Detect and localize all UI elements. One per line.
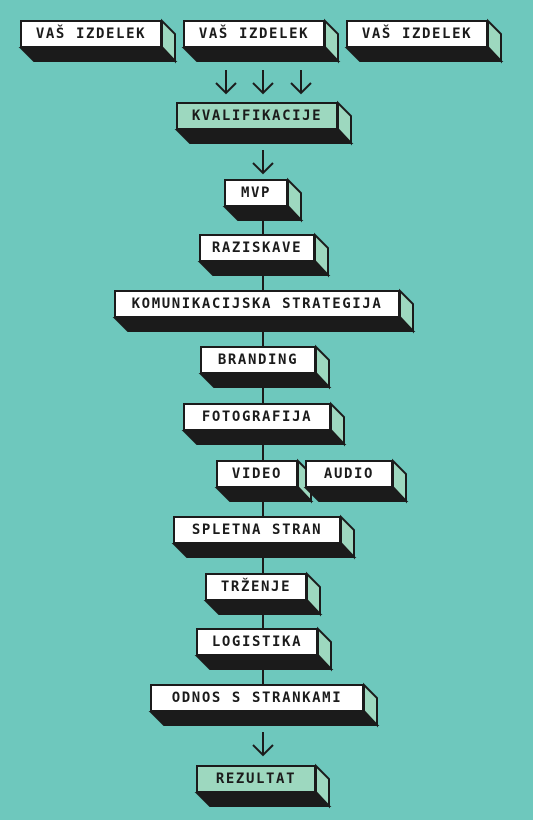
- box-bottom-face: [198, 373, 332, 388]
- step-label: KOMUNIKACIJSKA STRATEGIJA: [114, 290, 400, 318]
- step-label: RAZISKAVE: [199, 234, 315, 262]
- box-bottom-face: [171, 543, 357, 558]
- source-box-3: VAŠ IZDELEK: [344, 18, 504, 64]
- box-bottom-face: [181, 47, 341, 62]
- box-bottom-face: [148, 711, 380, 726]
- box-bottom-face: [174, 129, 354, 144]
- box-bottom-face: [18, 47, 178, 62]
- step-label: VIDEO: [216, 460, 298, 488]
- source-box-label: VAŠ IZDELEK: [346, 20, 488, 48]
- step-branding: BRANDING: [198, 344, 332, 390]
- source-box-2: VAŠ IZDELEK: [181, 18, 341, 64]
- box-bottom-face: [194, 792, 332, 807]
- result-label: REZULTAT: [196, 765, 316, 793]
- step-label: MVP: [224, 179, 288, 207]
- step-label: SPLETNA STRAN: [173, 516, 341, 544]
- arrow-down-icon: [252, 732, 274, 757]
- arrow-down-icon: [290, 70, 312, 95]
- step-logistics: LOGISTIKA: [194, 626, 334, 672]
- flow-diagram: VAŠ IZDELEK VAŠ IZDELEK VAŠ IZDELEK KVAL…: [0, 0, 533, 820]
- qualification-label: KVALIFIKACIJE: [176, 102, 338, 130]
- source-box-label: VAŠ IZDELEK: [20, 20, 162, 48]
- box-bottom-face: [222, 206, 304, 221]
- box-bottom-face: [194, 655, 334, 670]
- step-mvp: MVP: [222, 177, 304, 223]
- box-bottom-face: [214, 487, 314, 502]
- box-bottom-face: [112, 317, 416, 332]
- result-box: REZULTAT: [194, 763, 332, 809]
- step-website: SPLETNA STRAN: [171, 514, 357, 560]
- step-communication-strategy: KOMUNIKACIJSKA STRATEGIJA: [112, 288, 416, 334]
- step-marketing: TRŽENJE: [203, 571, 323, 617]
- step-customer-relations: ODNOS S STRANKAMI: [148, 682, 380, 728]
- step-label: BRANDING: [200, 346, 316, 374]
- box-bottom-face: [203, 600, 323, 615]
- source-box-label: VAŠ IZDELEK: [183, 20, 325, 48]
- step-video: VIDEO: [214, 458, 314, 504]
- step-label: LOGISTIKA: [196, 628, 318, 656]
- step-label: FOTOGRAFIJA: [183, 403, 331, 431]
- arrow-down-icon: [252, 70, 274, 95]
- box-bottom-face: [197, 261, 331, 276]
- box-bottom-face: [303, 487, 409, 502]
- box-bottom-face: [344, 47, 504, 62]
- arrow-down-icon: [252, 150, 274, 175]
- source-box-1: VAŠ IZDELEK: [18, 18, 178, 64]
- step-label: AUDIO: [305, 460, 393, 488]
- step-research: RAZISKAVE: [197, 232, 331, 278]
- arrow-down-icon: [215, 70, 237, 95]
- step-audio: AUDIO: [303, 458, 409, 504]
- step-label: ODNOS S STRANKAMI: [150, 684, 364, 712]
- step-photography: FOTOGRAFIJA: [181, 401, 347, 447]
- step-label: TRŽENJE: [205, 573, 307, 601]
- box-bottom-face: [181, 430, 347, 445]
- qualification-box: KVALIFIKACIJE: [174, 100, 354, 146]
